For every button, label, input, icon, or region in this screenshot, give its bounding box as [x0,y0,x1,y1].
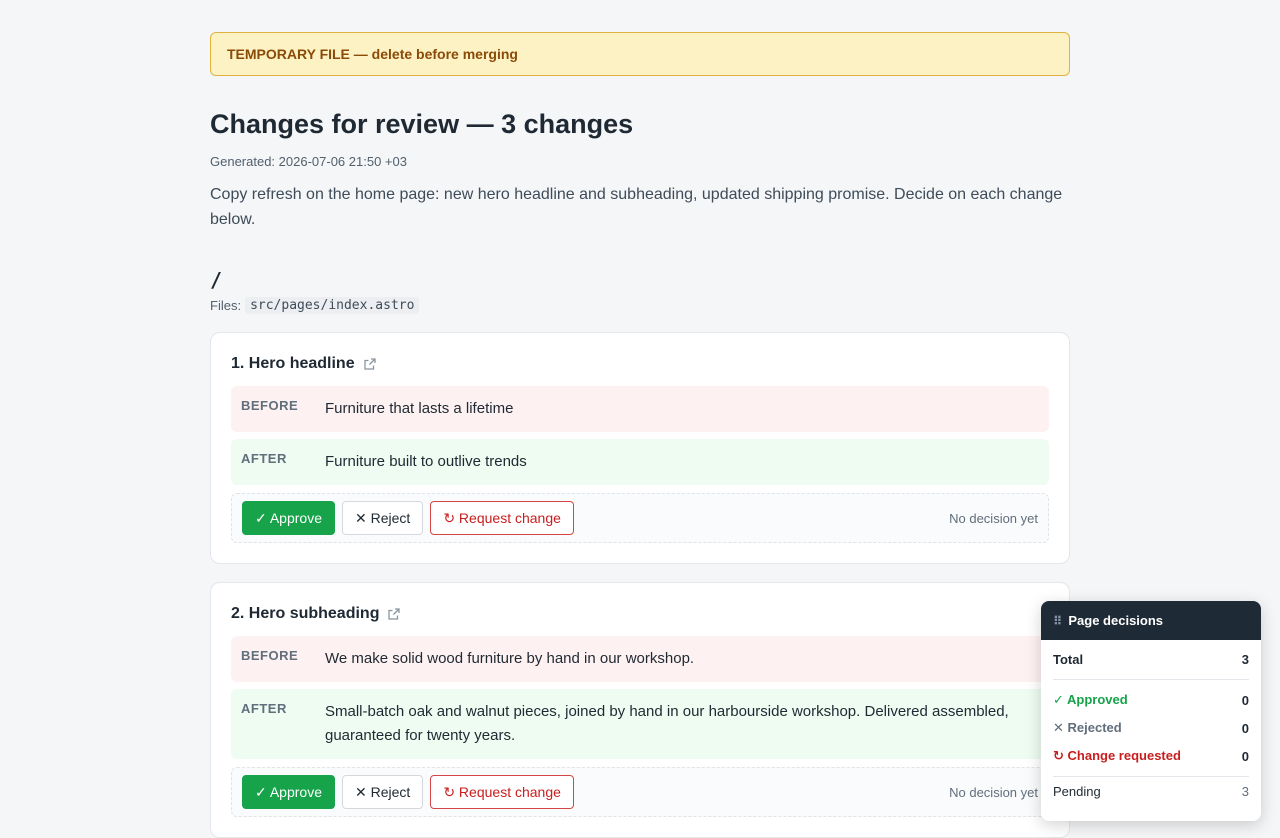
before-row: BEFORE We make solid wood furniture by h… [231,636,1049,682]
before-text: Furniture that lasts a lifetime [325,400,514,417]
request-change-button[interactable]: ↻ Request change [430,775,574,809]
external-link-icon[interactable] [363,357,377,371]
request-change-button[interactable]: ↻ Request change [430,501,574,535]
files-line: Files: src/pages/index.astro [210,297,1070,314]
generated-timestamp: Generated: 2026-07-06 21:50 +03 [210,154,407,169]
page-decisions-panel: ⠿ Page decisions Total 3 ✓ Approved 0 ✕ … [1041,601,1261,821]
approve-button[interactable]: ✓ Approve [242,775,335,809]
change-title-text: 2. Hero subheading [231,605,380,622]
rejected-count: 0 [1241,720,1249,736]
after-row: AFTER Furniture built to outlive trends [231,439,1049,485]
rejected-label: ✕ Rejected [1053,720,1122,735]
after-row: AFTER Small-batch oak and walnut pieces,… [231,689,1049,759]
change-title: 2. Hero subheading [231,603,1049,625]
after-label: AFTER [241,701,287,716]
approved-count: 0 [1241,692,1249,708]
total-label: Total [1053,652,1084,667]
panel-title: Page decisions [1068,613,1164,628]
total-row: Total 3 [1053,640,1249,680]
reject-button[interactable]: ✕ Reject [342,501,424,535]
change-requested-label: ↻ Change requested [1053,748,1181,763]
rejected-row: ✕ Rejected 0 [1053,714,1249,742]
approved-row: ✓ Approved 0 [1053,686,1249,714]
before-row: BEFORE Furniture that lasts a lifetime [231,386,1049,432]
temporary-file-banner: TEMPORARY FILE — delete before merging [210,32,1070,76]
change-requested-row: ↻ Change requested 0 [1053,742,1249,770]
decision-actions: ✓ Approve ✕ Reject ↻ Request change No d… [231,493,1049,543]
decision-status: No decision yet [949,784,1038,800]
decision-actions: ✓ Approve ✕ Reject ↻ Request change No d… [231,767,1049,817]
page-title: Changes for review — 3 changes [210,109,634,139]
page-description: Copy refresh on the home page: new hero … [210,186,1063,228]
approve-button[interactable]: ✓ Approve [242,501,335,535]
files-label: Files: [210,298,242,313]
before-label: BEFORE [241,398,299,413]
panel-header[interactable]: ⠿ Page decisions [1041,601,1261,640]
change-title-text: 1. Hero headline [231,355,355,372]
approved-label: ✓ Approved [1053,692,1128,707]
total-count: 3 [1241,652,1249,667]
after-text: Furniture built to outlive trends [325,453,527,470]
file-path: src/pages/index.astro [245,297,420,314]
route-path: / [210,268,223,292]
pending-count: 3 [1241,784,1249,799]
change-card-1: 1. Hero headline BEFORE Furniture that l… [210,332,1070,564]
external-link-icon[interactable] [387,607,401,621]
before-text: We make solid wood furniture by hand in … [325,650,695,667]
change-requested-count: 0 [1241,748,1249,764]
banner-text: TEMPORARY FILE — delete before merging [227,46,518,62]
decision-status: No decision yet [949,510,1038,526]
change-title: 1. Hero headline [231,353,1049,375]
after-label: AFTER [241,451,287,466]
before-label: BEFORE [241,648,299,663]
drag-handle-icon[interactable]: ⠿ [1053,614,1062,628]
review-page: TEMPORARY FILE — delete before merging C… [210,32,1070,838]
panel-body: Total 3 ✓ Approved 0 ✕ Rejected 0 ↻ Chan… [1041,640,1261,806]
pending-label: Pending [1053,784,1101,799]
pending-row: Pending 3 [1053,776,1249,806]
reject-button[interactable]: ✕ Reject [342,775,424,809]
after-text: Small-batch oak and walnut pieces, joine… [325,703,1009,744]
